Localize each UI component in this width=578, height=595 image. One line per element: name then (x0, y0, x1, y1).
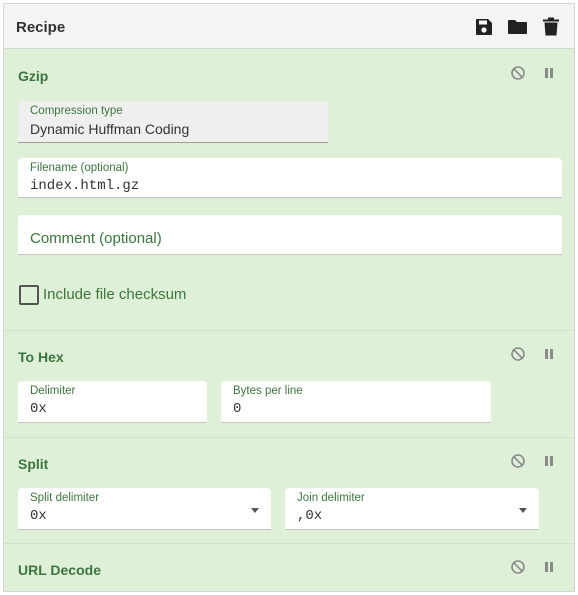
field-label: Split delimiter (30, 492, 100, 504)
compression-type-select[interactable]: Compression type Dynamic Huffman Coding (18, 101, 328, 143)
bytes-per-line-field[interactable]: Bytes per line 0 (221, 381, 491, 423)
pause-icon[interactable] (541, 65, 557, 81)
chevron-down-icon[interactable] (251, 508, 259, 513)
field-label: Compression type (30, 105, 123, 117)
field-value: 0 (233, 401, 242, 417)
operation-gzip: Gzip Compression type Dynamic Huffman Co… (4, 49, 574, 331)
save-icon[interactable] (474, 17, 494, 37)
checksum-checkbox[interactable] (19, 285, 39, 305)
join-delimiter-field[interactable]: Join delimiter ,0x (285, 488, 539, 530)
pause-icon[interactable] (541, 346, 557, 362)
field-placeholder: Comment (optional) (30, 230, 162, 247)
split-delimiter-field[interactable]: Split delimiter 0x (18, 488, 271, 530)
recipe-title: Recipe (16, 19, 66, 36)
field-value: index.html.gz (30, 178, 140, 194)
trash-icon[interactable] (542, 17, 562, 37)
comment-field[interactable]: Comment (optional) (18, 215, 562, 255)
operation-title: Split (18, 456, 49, 472)
operation-title: Gzip (18, 68, 49, 84)
field-value: Dynamic Huffman Coding (30, 121, 190, 137)
field-label: Filename (optional) (30, 162, 129, 174)
pause-icon[interactable] (541, 559, 557, 575)
filename-field[interactable]: Filename (optional) index.html.gz (18, 158, 562, 198)
disable-icon[interactable] (510, 453, 526, 469)
disable-icon[interactable] (510, 346, 526, 362)
field-value: ,0x (297, 508, 323, 524)
field-label: Bytes per line (233, 385, 303, 397)
field-value: 0x (30, 508, 47, 524)
operation-url-decode: URL Decode (4, 544, 574, 591)
checksum-label: Include file checksum (43, 286, 187, 303)
delimiter-field[interactable]: Delimiter 0x (18, 381, 207, 423)
pause-icon[interactable] (541, 453, 557, 469)
operation-to-hex: To Hex Delimiter 0x Bytes per line 0 (4, 331, 574, 438)
recipe-panel: Recipe Gzip Compression type Dynamic Huf… (3, 3, 575, 592)
disable-icon[interactable] (510, 559, 526, 575)
disable-icon[interactable] (510, 65, 526, 81)
recipe-header: Recipe (4, 4, 574, 49)
field-label: Delimiter (30, 385, 76, 397)
chevron-down-icon[interactable] (519, 508, 527, 513)
folder-icon[interactable] (507, 17, 527, 37)
operation-title: URL Decode (18, 562, 101, 578)
field-label: Join delimiter (297, 492, 365, 504)
operation-split: Split Split delimiter 0x Join delimiter … (4, 438, 574, 544)
operation-title: To Hex (18, 349, 64, 365)
field-value: 0x (30, 401, 47, 417)
